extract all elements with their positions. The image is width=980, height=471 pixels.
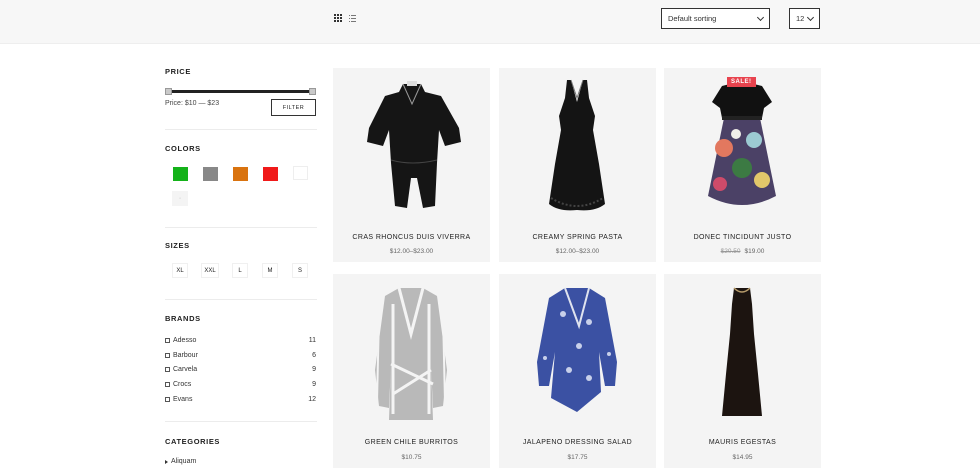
product-current-price: $19.00 [744,248,765,255]
chevron-down-icon [756,13,765,22]
product-current-price: $10.75 [401,454,422,461]
price-range-min-handle[interactable] [165,88,172,95]
brand-filter-evans[interactable]: Evans 12 [165,394,317,405]
brands-widget-title: BRANDS [165,314,201,323]
brand-count: 6 [312,352,316,359]
category-label: Aliquam [171,458,197,465]
product-name[interactable]: GREEN CHILE BURRITOS [333,439,490,446]
checkbox-icon [165,338,170,343]
product-name[interactable]: CREAMY SPRING PASTA [499,234,656,241]
color-swatch-white[interactable] [293,166,308,180]
brand-count: 9 [312,366,316,373]
chevron-down-icon [806,13,815,22]
sale-badge: SALE! [727,77,756,87]
checkbox-icon [165,353,170,358]
product-image [708,83,776,205]
product-image [549,79,605,211]
product-current-price: $12.00–$23.00 [389,248,434,255]
per-page-select-value: 12 [796,14,805,23]
brand-filter-crocs[interactable]: Crocs 9 [165,379,317,390]
product-card[interactable]: GREEN CHILE BURRITOS $10.75 [333,274,490,468]
product-image [375,287,447,420]
product-image [537,287,617,412]
brand-filter-barbour[interactable]: Barbour 6 [165,350,317,361]
divider [165,129,317,130]
product-card[interactable]: CREAMY SPRING PASTA $12.00–$23.00 [499,68,656,262]
brand-count: 9 [312,381,316,388]
sort-select[interactable]: Default sorting [661,8,770,29]
product-card[interactable]: MAURIS EGESTAS $14.95 [664,274,821,468]
color-swatch-gray[interactable] [203,167,218,181]
color-swatch-red[interactable] [263,167,278,181]
product-card[interactable]: JALAPENO DRESSING SALAD $17.75 [499,274,656,468]
product-price: $12.00–$23.00 [499,248,656,255]
size-option-s[interactable]: S [292,263,308,278]
product-card[interactable]: SALE! DONEC TINCIDUNT JUSTO $20.50 $19.00 [664,68,821,262]
product-name[interactable]: MAURIS EGESTAS [664,439,821,446]
price-range-max-handle[interactable] [309,88,316,95]
divider [165,227,317,228]
shop-toolbar: Default sorting 12 [0,0,980,44]
product-price: $20.50 $19.00 [664,248,821,255]
product-current-price: $17.75 [567,454,588,461]
brand-name: Evans [173,396,193,403]
color-swatch-orange[interactable] [233,167,248,181]
category-item-aliquam[interactable]: Aliquam [165,458,196,465]
caret-right-icon [165,459,168,464]
brand-filter-carvela[interactable]: Carvela 9 [165,364,317,375]
size-option-xxl[interactable]: XXL [201,263,219,278]
product-name[interactable]: DONEC TINCIDUNT JUSTO [664,234,821,241]
brand-name: Carvela [173,366,198,373]
brand-filter-adesso[interactable]: Adesso 11 [165,335,317,346]
size-option-m[interactable]: M [262,263,278,278]
brand-name: Barbour [173,352,198,359]
product-name[interactable]: JALAPENO DRESSING SALAD [499,439,656,446]
size-option-l[interactable]: L [232,263,248,278]
list-view-icon[interactable] [346,12,358,24]
brand-count: 11 [308,337,316,344]
grid-view-icon[interactable] [332,12,344,24]
product-current-price: $12.00–$23.00 [555,248,600,255]
price-widget-title: PRICE [165,67,191,76]
checkbox-icon [165,367,170,372]
price-range-track[interactable] [165,90,316,93]
divider [165,299,317,300]
sort-select-value: Default sorting [668,14,717,23]
product-price: $17.75 [499,454,656,461]
color-swatch-more[interactable]: · [172,191,188,206]
price-range-text: Price: $10 — $23 [165,100,220,107]
divider [165,421,317,422]
product-price: $12.00–$23.00 [333,248,490,255]
sizes-widget-title: SIZES [165,241,190,250]
size-option-xl[interactable]: XL [172,263,188,278]
filter-button[interactable]: FILTER [271,99,316,116]
brand-name: Crocs [173,381,192,388]
product-name[interactable]: CRAS RHONCUS DUIS VIVERRA [333,234,490,241]
brand-name: Adesso [173,337,197,344]
product-price: $14.95 [664,454,821,461]
product-current-price: $14.95 [732,454,753,461]
product-image [367,81,461,208]
colors-widget-title: COLORS [165,144,201,153]
categories-widget-title: CATEGORIES [165,437,221,446]
checkbox-icon [165,397,170,402]
per-page-select[interactable]: 12 [789,8,820,29]
brand-count: 12 [308,396,316,403]
product-image [722,287,762,416]
product-price: $10.75 [333,454,490,461]
checkbox-icon [165,382,170,387]
product-card[interactable]: CRAS RHONCUS DUIS VIVERRA $12.00–$23.00 [333,68,490,262]
color-swatch-green[interactable] [173,167,188,181]
product-old-price: $20.50 [720,248,741,255]
